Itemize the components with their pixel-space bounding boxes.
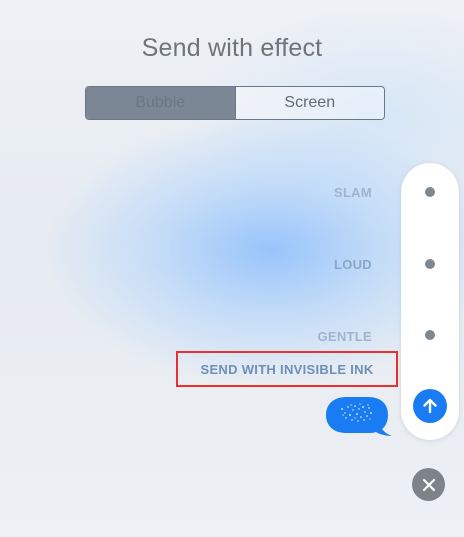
send-button[interactable]: [413, 389, 447, 423]
effect-dot-loud[interactable]: [425, 259, 435, 269]
send-with-effect-screen: Send with effect Bubble Screen SLAM LOUD…: [0, 0, 464, 537]
invisible-ink-label: SEND WITH INVISIBLE INK: [200, 361, 374, 377]
effect-option-slam[interactable]: SLAM: [334, 185, 372, 200]
tab-bubble[interactable]: Bubble: [86, 87, 235, 119]
arrow-up-icon: [423, 398, 437, 414]
close-icon: [422, 478, 435, 491]
effect-option-loud[interactable]: LOUD: [334, 257, 372, 272]
effect-option-gentle[interactable]: GENTLE: [317, 329, 372, 344]
invisible-ink-bubble-icon: [326, 397, 392, 436]
effect-option-invisible-ink[interactable]: SEND WITH INVISIBLE INK: [176, 351, 398, 387]
effect-type-segmented-control: Bubble Screen: [85, 86, 385, 120]
page-title: Send with effect: [141, 34, 323, 62]
message-bubble-invisible-ink: [324, 395, 392, 437]
effect-selector-track: [401, 163, 459, 440]
effect-dot-slam[interactable]: [425, 187, 435, 197]
close-button[interactable]: [412, 468, 445, 501]
tab-screen[interactable]: Screen: [234, 87, 384, 119]
effect-dot-gentle[interactable]: [425, 330, 435, 340]
